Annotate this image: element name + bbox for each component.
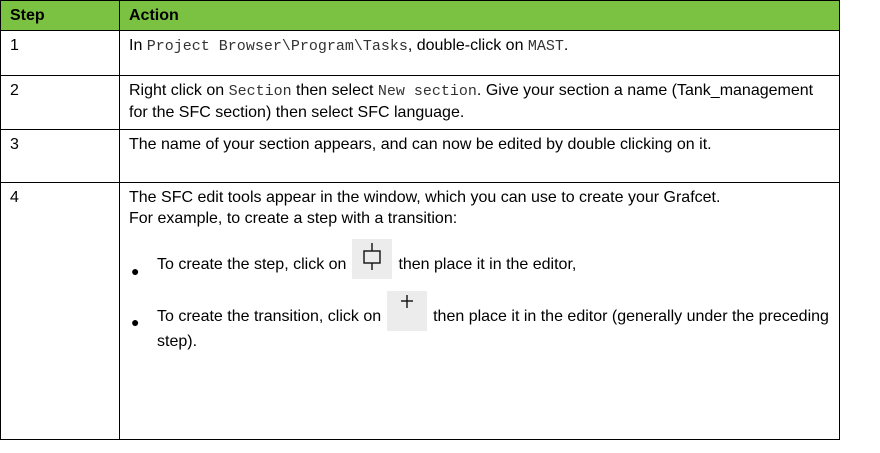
- bullet-text-after-icon: then place it in the editor,: [398, 256, 577, 273]
- action-text: .: [563, 37, 569, 54]
- sfc-transition-tool-icon: [387, 291, 428, 331]
- table-row: 1 In Project Browser\Program\Tasks, doub…: [0, 30, 840, 76]
- action-cell: The name of your section appears, and ca…: [119, 129, 840, 183]
- bullet-icon: ●: [131, 314, 140, 330]
- table-row: 4 The SFC edit tools appear in the windo…: [0, 182, 840, 440]
- table-row: 3 The name of your section appears, and …: [0, 129, 840, 183]
- action-column-header: Action: [119, 0, 840, 31]
- intro-paragraph: The SFC edit tools appear in the window,…: [129, 189, 721, 206]
- bullet-text: To create the step, click on then place i…: [157, 239, 577, 279]
- list-item: ● To create the step, click on then place…: [129, 239, 833, 279]
- procedure-table: Step Action 1 In Project Browser\Program…: [0, 0, 840, 440]
- project-browser-path: Project Browser\Program\Tasks: [146, 38, 408, 55]
- step-number: 3: [0, 129, 120, 183]
- example-paragraph: For example, to create a step with a tra…: [129, 210, 458, 227]
- step-number: 1: [0, 30, 120, 76]
- sfc-step-tool-icon: [352, 239, 393, 279]
- table-row: 2 Right click on Section then select New…: [0, 75, 840, 130]
- action-text: Right click on: [129, 82, 229, 99]
- action-text: In: [129, 37, 147, 54]
- procedure-document: Step Action 1 In Project Browser\Program…: [0, 0, 880, 453]
- action-text: , double-click on: [407, 37, 528, 54]
- action-cell: Right click on Section then select New s…: [119, 75, 840, 130]
- action-text: then select: [291, 82, 378, 99]
- menu-command-name: New section: [377, 83, 477, 100]
- instruction-list: ● To create the step, click on then place…: [129, 239, 833, 352]
- list-item: ● To create the transition, click on then…: [129, 291, 833, 352]
- task-name: MAST: [527, 38, 564, 55]
- step-column-header: Step: [0, 0, 120, 31]
- step-number: 2: [0, 75, 120, 130]
- bullet-text-before-icon: To create the transition, click on: [157, 308, 382, 325]
- table-header-row: Step Action: [0, 0, 840, 31]
- section-item-name: Section: [228, 83, 292, 100]
- bullet-text: To create the transition, click on then p…: [157, 291, 829, 350]
- bullet-text-before-icon: To create the step, click on: [157, 256, 347, 273]
- action-cell: The SFC edit tools appear in the window,…: [119, 182, 840, 440]
- bullet-icon: ●: [131, 263, 140, 279]
- action-cell: In Project Browser\Program\Tasks, double…: [119, 30, 840, 76]
- step-number: 4: [0, 182, 120, 440]
